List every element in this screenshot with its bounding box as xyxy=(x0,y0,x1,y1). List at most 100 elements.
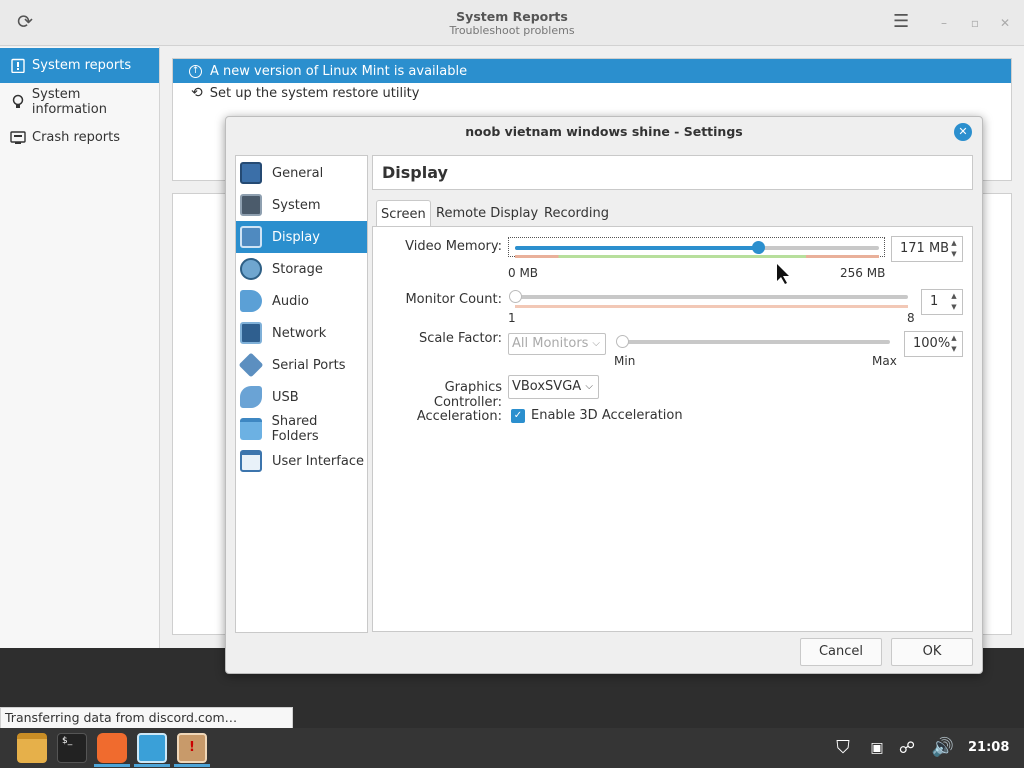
category-label: General xyxy=(272,165,324,181)
monitor-count-max-label: 8 xyxy=(907,311,915,325)
shield-icon[interactable]: ⛉ xyxy=(830,736,856,760)
settings-dialog: noob vietnam windows shine - Settings ✕ … xyxy=(225,116,983,674)
chevron-down-icon[interactable]: ▼ xyxy=(948,249,960,260)
category-label: Audio xyxy=(272,293,309,309)
monitor-count-spinbox[interactable]: 1 ▲ ▼ xyxy=(921,289,963,315)
active-window-indicator xyxy=(174,764,210,767)
chevron-up-icon[interactable]: ▲ xyxy=(948,238,960,249)
close-button[interactable]: ✕ xyxy=(996,14,1014,32)
tab-screen[interactable]: Screen xyxy=(376,200,431,227)
disk-icon xyxy=(240,258,262,280)
monitor-count-slider-knob[interactable] xyxy=(509,290,522,303)
monitor-count-min-label: 1 xyxy=(508,311,516,325)
category-label: Network xyxy=(272,325,327,341)
enable-3d-acceleration-label[interactable]: Enable 3D Acceleration xyxy=(531,408,683,423)
window-title: System Reports xyxy=(456,9,568,24)
display-icon xyxy=(240,226,262,248)
dialog-close-icon[interactable]: ✕ xyxy=(954,123,972,141)
monitor-count-ticks xyxy=(515,305,908,308)
video-memory-range-indicator xyxy=(515,255,879,258)
sidebar-item-crash-reports[interactable]: Crash reports xyxy=(0,120,159,155)
crash-icon xyxy=(10,130,26,146)
category-network[interactable]: Network xyxy=(236,317,367,349)
scale-monitor-value: All Monitors xyxy=(512,336,589,351)
category-user-interface[interactable]: User Interface xyxy=(236,445,367,477)
category-label: User Interface xyxy=(272,453,364,469)
category-label: USB xyxy=(272,389,299,405)
graphics-controller-combo[interactable]: VBoxSVGA ⌵ xyxy=(508,375,599,399)
volume-icon[interactable]: 🔊 xyxy=(930,736,956,760)
chevron-down-icon: ⌵ xyxy=(592,338,600,349)
category-list: General System Display Storage Audio Net… xyxy=(235,155,368,633)
video-memory-spinbox[interactable]: 171 MB ▲ ▼ xyxy=(891,236,963,262)
clipboard-icon[interactable]: ▣ xyxy=(868,736,886,760)
chevron-up-icon[interactable]: ▲ xyxy=(948,333,960,344)
category-audio[interactable]: Audio xyxy=(236,285,367,317)
hamburger-menu-icon[interactable]: ☰ xyxy=(893,13,909,31)
category-shared-folders[interactable]: Shared Folders xyxy=(236,413,367,445)
ok-button[interactable]: OK xyxy=(891,638,973,666)
scale-factor-spinbox[interactable]: 100% ▲ ▼ xyxy=(904,331,963,357)
chevron-down-icon[interactable]: ▼ xyxy=(948,302,960,313)
usb-icon xyxy=(240,386,262,408)
enable-3d-acceleration-checkbox[interactable]: ✓ xyxy=(511,409,525,423)
tab-remote-display[interactable]: Remote Display xyxy=(432,200,542,227)
clock[interactable]: 21:08 xyxy=(968,740,1009,755)
category-display[interactable]: Display xyxy=(236,221,367,253)
cancel-button[interactable]: Cancel xyxy=(800,638,882,666)
system-monitor-launcher-icon[interactable] xyxy=(137,733,167,763)
monitor-count-slider[interactable] xyxy=(509,290,908,303)
category-usb[interactable]: USB xyxy=(236,381,367,413)
tab-recording[interactable]: Recording xyxy=(540,200,613,227)
sidebar-item-system-reports[interactable]: System reports xyxy=(0,48,159,83)
update-manager-launcher-icon[interactable] xyxy=(97,733,127,763)
sidebar-item-label: System information xyxy=(31,86,107,117)
banner-text: A new version of Linux Mint is available xyxy=(210,63,468,79)
category-system[interactable]: System xyxy=(236,189,367,221)
graphics-controller-value: VBoxSVGA xyxy=(512,379,582,394)
minimize-button[interactable]: – xyxy=(935,14,953,32)
update-banner[interactable]: ↑ A new version of Linux Mint is availab… xyxy=(173,59,1011,83)
chevron-up-icon[interactable]: ▲ xyxy=(948,291,960,302)
active-window-indicator xyxy=(134,764,170,767)
sidebar-item-label: Crash reports xyxy=(32,130,121,145)
folder-icon xyxy=(240,418,262,440)
sidebar: System reports System information Crash … xyxy=(0,47,160,648)
chip-icon xyxy=(240,194,262,216)
video-memory-value: 171 MB xyxy=(900,241,950,256)
scale-factor-slider-knob[interactable] xyxy=(616,335,629,348)
video-memory-slider[interactable] xyxy=(515,241,879,254)
maximize-button[interactable]: ▫ xyxy=(966,14,984,32)
arrow-up-icon: ↑ xyxy=(189,64,202,78)
scale-factor-slider[interactable] xyxy=(616,335,890,348)
files-launcher-icon[interactable] xyxy=(17,733,47,763)
mouse-cursor xyxy=(777,264,789,284)
active-window-indicator xyxy=(94,764,130,767)
sidebar-item-system-information[interactable]: System information xyxy=(0,84,159,119)
category-label: System xyxy=(272,197,321,213)
category-storage[interactable]: Storage xyxy=(236,253,367,285)
history-icon: ⟲ xyxy=(191,85,203,101)
category-label: Storage xyxy=(272,261,323,277)
scale-factor-label: Scale Factor: xyxy=(418,331,502,346)
category-label: Display xyxy=(272,229,320,245)
video-memory-max-label: 256 MB xyxy=(840,266,886,280)
system-reports-launcher-icon[interactable]: ! xyxy=(177,733,207,763)
terminal-launcher-icon[interactable]: $_ xyxy=(57,733,87,763)
network-icon xyxy=(240,322,262,344)
scale-monitor-combo[interactable]: All Monitors ⌵ xyxy=(508,333,606,355)
network-icon[interactable]: ☍ xyxy=(894,736,920,760)
speaker-icon xyxy=(240,290,262,312)
restore-report-row[interactable]: ⟲ Set up the system restore utility xyxy=(191,85,419,101)
restore-text: Set up the system restore utility xyxy=(209,85,420,101)
chevron-down-icon[interactable]: ▼ xyxy=(948,344,960,355)
monitor-count-label: Monitor Count: xyxy=(405,292,502,307)
report-icon xyxy=(10,58,26,74)
dialog-title: noob vietnam windows shine - Settings xyxy=(465,124,743,139)
category-general[interactable]: General xyxy=(236,157,367,189)
category-label: Shared Folders xyxy=(271,414,319,444)
category-serial-ports[interactable]: Serial Ports xyxy=(236,349,367,381)
video-memory-label: Video Memory: xyxy=(405,239,502,254)
window-subtitle: Troubleshoot problems xyxy=(449,24,575,37)
scale-factor-min-label: Min xyxy=(614,354,636,368)
